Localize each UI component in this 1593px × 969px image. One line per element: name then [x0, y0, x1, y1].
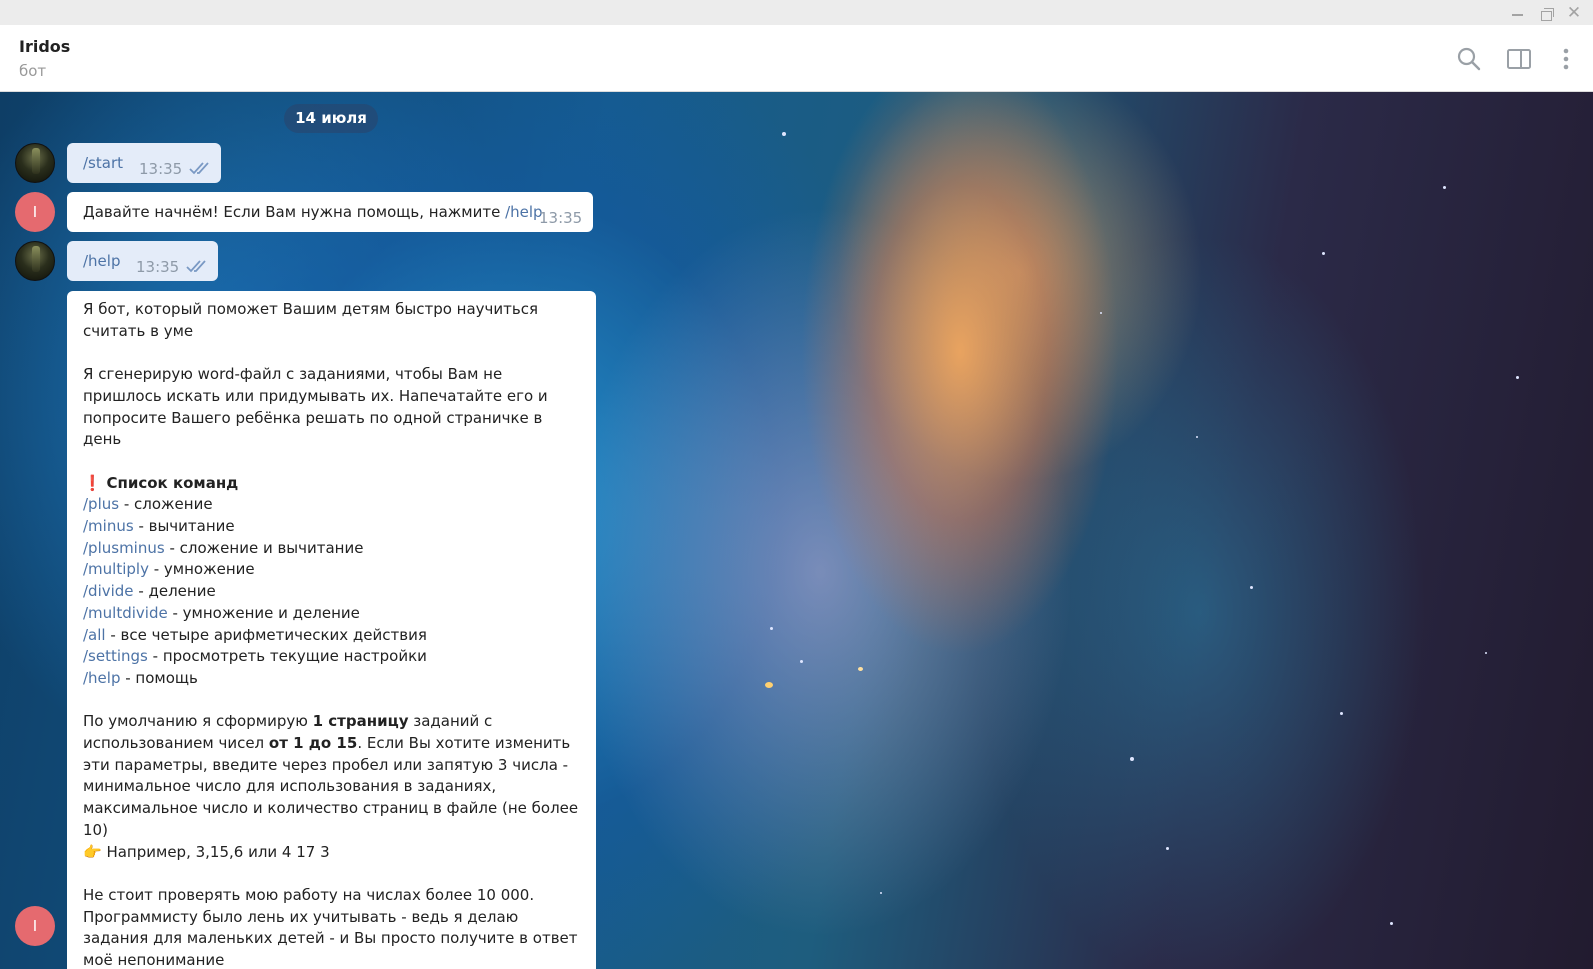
message-time: 13:35 — [539, 209, 583, 227]
double-check-icon — [189, 162, 209, 175]
message-bubble-outgoing: /help 13:35 — [67, 241, 218, 281]
command-description: - умножение и деление — [167, 603, 360, 622]
defaults-text: По умолчанию я сформирую 1 страницу зада… — [83, 711, 580, 841]
message-time: 13:35 — [139, 160, 183, 178]
close-icon[interactable]: ✕ — [1563, 2, 1585, 24]
command-description: - умножение — [148, 560, 255, 579]
help-description: Я сгенерирую word-файл с заданиями, чтоб… — [83, 365, 548, 449]
search-icon[interactable] — [1455, 45, 1483, 73]
command-item: /plus - сложение — [83, 494, 580, 516]
message-text[interactable]: /help — [83, 250, 120, 272]
command-description: - вычитание — [133, 517, 235, 535]
help-intro: Я бот, который поможет Вашим детям быстр… — [83, 300, 539, 340]
command-description: - сложение и вычитание — [164, 538, 364, 557]
chat-title[interactable]: Iridos — [19, 37, 70, 56]
message-bubble-incoming: Давайте начнём! Если Вам нужна помощь, н… — [67, 192, 593, 232]
defaults-part: По умолчанию я сформирую — [83, 712, 313, 731]
command-link[interactable]: /help — [505, 203, 542, 221]
message-text: Давайте начнём! Если Вам нужна помощь, н… — [83, 201, 543, 223]
command-item: /help - помощь — [83, 668, 580, 690]
command-link[interactable]: /plusminus — [83, 539, 165, 557]
command-link[interactable]: /plus — [83, 495, 119, 513]
command-link[interactable]: /help — [83, 669, 120, 687]
more-vert-icon[interactable] — [1552, 45, 1580, 73]
command-description: - помощь — [120, 668, 198, 687]
double-check-icon — [186, 260, 206, 273]
warning-text: Не стоит проверять мою работу на числах … — [83, 885, 578, 969]
command-link[interactable]: /multdivide — [83, 604, 168, 622]
chat-subtitle: бот — [19, 62, 47, 80]
command-link[interactable]: /divide — [83, 582, 134, 600]
command-item: /settings - просмотреть текущие настройк… — [83, 646, 580, 668]
commands-title: ❗ Список команд — [83, 473, 580, 495]
command-link[interactable]: /all — [83, 626, 106, 644]
command-list: /plus - сложение/minus - вычитание/plusm… — [83, 494, 580, 689]
command-link[interactable]: /minus — [83, 517, 134, 535]
example-body: Например, 3,15,6 или 4 17 3 — [101, 842, 330, 861]
avatar[interactable] — [15, 143, 55, 183]
command-link[interactable]: /settings — [83, 647, 148, 665]
window-titlebar: ✕ — [0, 0, 1593, 25]
command-item: /all - все четыре арифметических действи… — [83, 625, 580, 647]
exclamation-icon: ❗ — [83, 473, 102, 492]
message-bubble-outgoing: /start 13:35 — [67, 143, 221, 183]
bot-avatar[interactable]: I — [15, 192, 55, 232]
commands-title-text: Список команд — [106, 473, 239, 492]
minimize-icon[interactable] — [1506, 2, 1528, 24]
command-description: - все четыре арифметических действия — [105, 625, 427, 644]
sidebar-toggle-icon[interactable] — [1505, 45, 1533, 73]
command-item: /multiply - умножение — [83, 559, 580, 581]
restore-icon[interactable] — [1536, 2, 1558, 24]
chat-header: Iridos бот — [0, 25, 1593, 92]
command-item: /divide - деление — [83, 581, 580, 603]
command-description: - сложение — [119, 495, 213, 514]
defaults-pages: 1 страницу — [312, 712, 409, 731]
avatar[interactable] — [15, 241, 55, 281]
message-bubble-incoming: Я бот, который поможет Вашим детям быстр… — [67, 291, 596, 969]
date-separator: 14 июля — [284, 104, 378, 133]
command-link[interactable]: /multiply — [83, 560, 149, 578]
pointing-hand-icon: 👉 — [83, 842, 102, 861]
command-item: /minus - вычитание — [83, 516, 580, 538]
defaults-range: от 1 до 15 — [268, 734, 358, 753]
command-description: - деление — [133, 582, 216, 601]
message-time: 13:35 — [136, 258, 180, 276]
example-text: 👉 Например, 3,15,6 или 4 17 3 — [83, 842, 580, 864]
bot-avatar[interactable]: I — [15, 906, 55, 946]
command-description: - просмотреть текущие настройки — [147, 647, 427, 666]
message-text[interactable]: /start — [83, 152, 123, 174]
message-text-body: Давайте начнём! Если Вам нужна помощь, н… — [83, 203, 506, 221]
command-item: /multdivide - умножение и деление — [83, 603, 580, 625]
command-item: /plusminus - сложение и вычитание — [83, 538, 580, 560]
